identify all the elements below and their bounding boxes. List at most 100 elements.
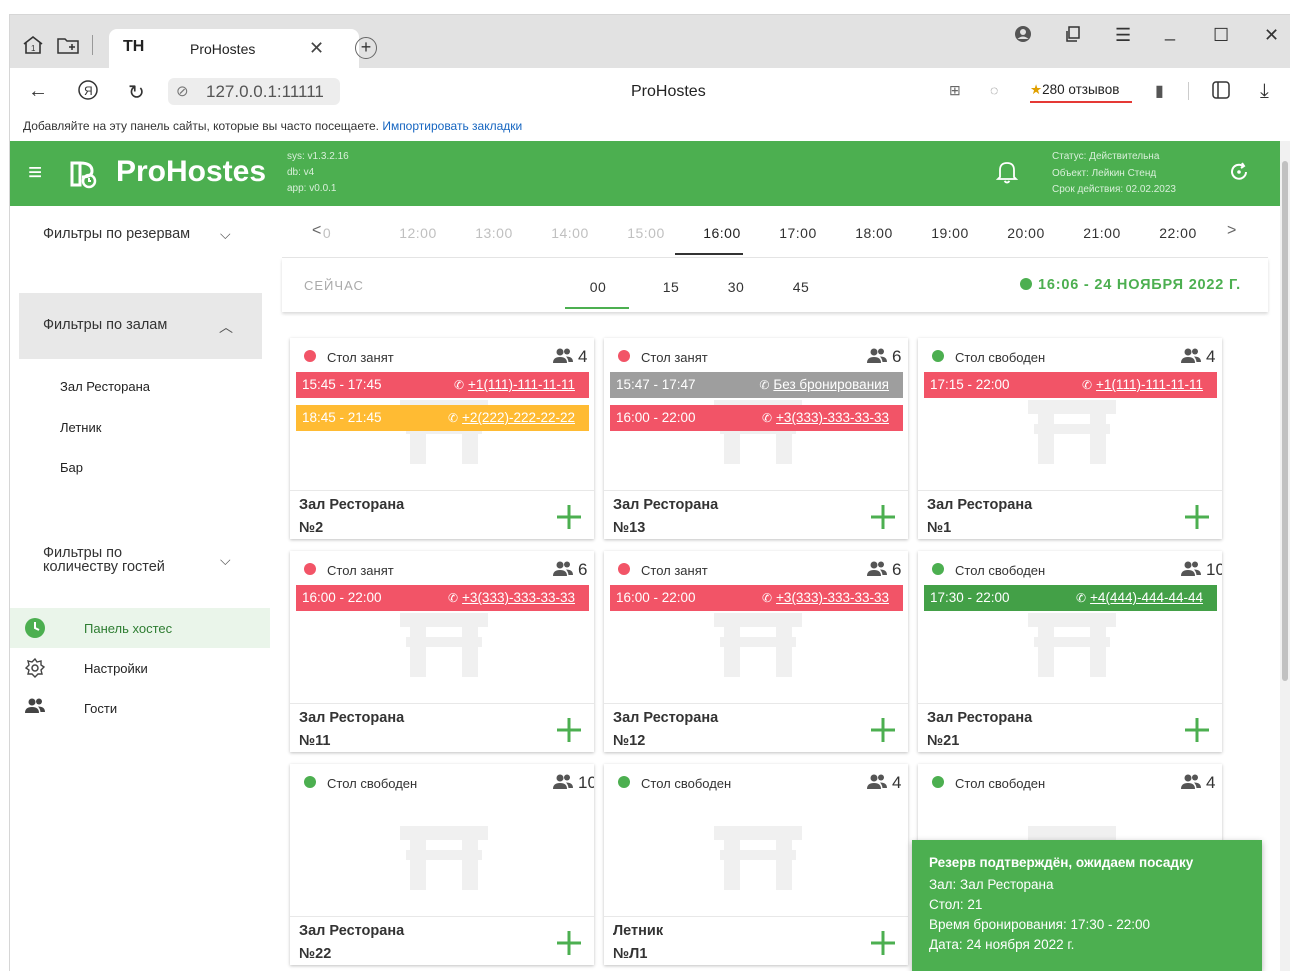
expiry-line: Срок действия: 02.02.2023 (1052, 184, 1176, 195)
reservation-phone[interactable]: ✆ +3(333)-333-33-33 (762, 590, 889, 605)
hour-tab[interactable]: 17:00 (766, 225, 830, 241)
now-button[interactable]: СЕЙЧАС (304, 278, 364, 293)
notification-date: Дата: 24 ноября 2022 г. (929, 937, 1075, 952)
extensions-icon[interactable] (1210, 79, 1232, 106)
add-reservation-button[interactable] (868, 502, 898, 532)
address-text[interactable]: 127.0.0.1:11111 (206, 82, 324, 102)
browser-tab[interactable]: TH ProHostes ✕ (109, 29, 359, 68)
add-reservation-button[interactable] (554, 715, 584, 745)
menu-item-hostess-panel[interactable]: Панель хостес (10, 608, 270, 648)
hour-tab[interactable]: 14:00 (538, 225, 602, 241)
people-icon (552, 773, 574, 791)
reservation-time: 15:47 - 17:47 (616, 377, 696, 392)
site-info-icon[interactable]: ⊘ (176, 82, 189, 100)
hamburger-icon[interactable]: ≡ (28, 159, 42, 187)
reservation-phone[interactable]: ✆ +1(111)-111-11-11 (1082, 377, 1203, 392)
table-card[interactable]: Стол свободен 10 Зал Ресторана №22 (290, 764, 594, 965)
refresh-icon[interactable] (1228, 161, 1250, 183)
reservation-bar[interactable]: 17:30 - 22:00 ✆ +4(444)-444-44-44 (924, 585, 1217, 611)
table-card[interactable]: Стол свободен 10 17:30 - 22:00 ✆ +4(444)-444… (918, 551, 1222, 752)
reservation-bar[interactable]: 15:45 - 17:45 ✆ +1(111)-111-11-11 (296, 372, 589, 398)
minute-tab[interactable]: 00 (568, 279, 628, 295)
menu-item-settings[interactable]: Настройки (10, 648, 270, 688)
reservation-bar[interactable]: 17:15 - 22:00 ✆ +1(111)-111-11-11 (924, 372, 1217, 398)
add-reservation-button[interactable] (1182, 502, 1212, 532)
minute-tab[interactable]: 45 (771, 279, 831, 295)
add-reservation-button[interactable] (554, 928, 584, 958)
import-bookmarks-link[interactable]: Импортировать закладки (382, 119, 522, 133)
clock-icon (1020, 278, 1032, 290)
reviews-link[interactable]: ★280 отзывов (1030, 82, 1119, 98)
minimize-icon[interactable]: _ (1165, 21, 1175, 42)
maximize-icon[interactable]: ☐ (1213, 25, 1229, 46)
chat-icon[interactable]: ◌ (990, 82, 998, 98)
scrollbar-thumb[interactable] (1282, 161, 1288, 681)
hour-tab[interactable]: 0 (295, 225, 359, 241)
menu-item-guests[interactable]: Гости (10, 688, 270, 728)
reservation-phone[interactable]: ✆ +3(333)-333-33-33 (762, 410, 889, 425)
hour-tab[interactable]: 13:00 (462, 225, 526, 241)
hall-item-bar[interactable]: Бар (60, 460, 83, 475)
hall-item-letnik[interactable]: Летник (60, 420, 101, 435)
filter-reserves-label: Фильтры по резервам (43, 226, 191, 242)
table-card[interactable]: Стол занят 6 16:00 - 22:00 ✆ +3(333)-333-33-… (290, 551, 594, 752)
collections-icon[interactable] (1065, 25, 1083, 48)
hour-tab[interactable]: 12:00 (386, 225, 450, 241)
back-icon[interactable]: ← (28, 80, 48, 103)
download-icon[interactable]: ⤓ (1260, 80, 1269, 103)
table-card[interactable]: Стол занят 6 15:47 - 17:47 ✆ Без бронировани… (604, 338, 908, 539)
menu-icon[interactable]: ☰ (1115, 25, 1131, 46)
reservation-bar[interactable]: 16:00 - 22:00 ✆ +3(333)-333-33-33 (610, 585, 903, 611)
table-status: Стол занят (327, 563, 394, 578)
add-reservation-button[interactable] (1182, 715, 1212, 745)
minute-tab[interactable]: 30 (706, 279, 766, 295)
reservation-bar[interactable]: 15:47 - 17:47 ✆ Без бронирования (610, 372, 903, 398)
hour-tab[interactable]: 19:00 (918, 225, 982, 241)
bookmark-icon[interactable]: ▮ (1155, 81, 1164, 101)
close-window-icon[interactable]: ✕ (1264, 25, 1279, 46)
minute-tab[interactable]: 15 (641, 279, 701, 295)
phone-icon: ✆ (759, 378, 770, 392)
home-icon[interactable]: 1 (22, 35, 44, 54)
filter-guests[interactable]: Фильтры по количеству гостей ⌵ (10, 546, 262, 586)
add-reservation-button[interactable] (868, 928, 898, 958)
add-reservation-button[interactable] (868, 715, 898, 745)
address-bar[interactable]: ⊘ 127.0.0.1:11111 (168, 78, 340, 105)
bell-icon[interactable] (995, 159, 1019, 185)
hour-tab[interactable]: 18:00 (842, 225, 906, 241)
chevron-right-icon[interactable]: > (1227, 222, 1236, 240)
reservation-phone[interactable]: ✆ +3(333)-333-33-33 (448, 590, 575, 605)
translate-icon[interactable]: ⊞ (949, 82, 961, 99)
hall-item-restaurant[interactable]: Зал Ресторана (60, 379, 150, 394)
profile-icon[interactable] (1014, 25, 1032, 48)
reservation-phone[interactable]: ✆ Без бронирования (759, 377, 889, 392)
reservation-bar[interactable]: 16:00 - 22:00 ✆ +3(333)-333-33-33 (296, 585, 589, 611)
new-tab-button[interactable]: + (355, 37, 377, 59)
table-card[interactable]: Стол занят 4 15:45 - 17:45 ✆ +1(111)-111-11-… (290, 338, 594, 539)
filter-reserves[interactable]: Фильтры по резервам ⌵ (10, 226, 262, 256)
filter-halls[interactable]: Фильтры по залам ︿ (19, 293, 262, 359)
table-card[interactable]: Стол свободен 4 Летник №Л1 (604, 764, 908, 965)
yandex-icon[interactable]: Я (77, 79, 99, 107)
reservation-time: 16:00 - 22:00 (302, 590, 382, 605)
hour-tab[interactable]: 16:00 (690, 225, 754, 241)
scrollbar[interactable] (1280, 141, 1290, 971)
card-divider (290, 916, 594, 917)
chevron-up-icon: ︿ (219, 319, 233, 335)
hour-tab[interactable]: 20:00 (994, 225, 1058, 241)
hour-tab[interactable]: 21:00 (1070, 225, 1134, 241)
reservation-phone[interactable]: ✆ +4(444)-444-44-44 (1076, 590, 1203, 605)
close-tab-icon[interactable]: ✕ (309, 38, 324, 59)
hour-tab[interactable]: 15:00 (614, 225, 678, 241)
reservation-phone[interactable]: ✆ +1(111)-111-11-11 (454, 377, 575, 392)
people-icon (1180, 560, 1202, 578)
reservation-bar[interactable]: 18:45 - 21:45 ✆ +2(222)-222-22-22 (296, 405, 589, 431)
table-card[interactable]: Стол занят 6 16:00 - 22:00 ✆ +3(333)-333-33-… (604, 551, 908, 752)
reload-icon[interactable]: ↻ (128, 80, 145, 105)
new-group-icon[interactable] (56, 35, 79, 54)
add-reservation-button[interactable] (554, 502, 584, 532)
hour-tab[interactable]: 22:00 (1146, 225, 1210, 241)
table-card[interactable]: Стол свободен 4 17:15 - 22:00 ✆ +1(111)-111-… (918, 338, 1222, 539)
reservation-bar[interactable]: 16:00 - 22:00 ✆ +3(333)-333-33-33 (610, 405, 903, 431)
reservation-phone[interactable]: ✆ +2(222)-222-22-22 (448, 410, 575, 425)
